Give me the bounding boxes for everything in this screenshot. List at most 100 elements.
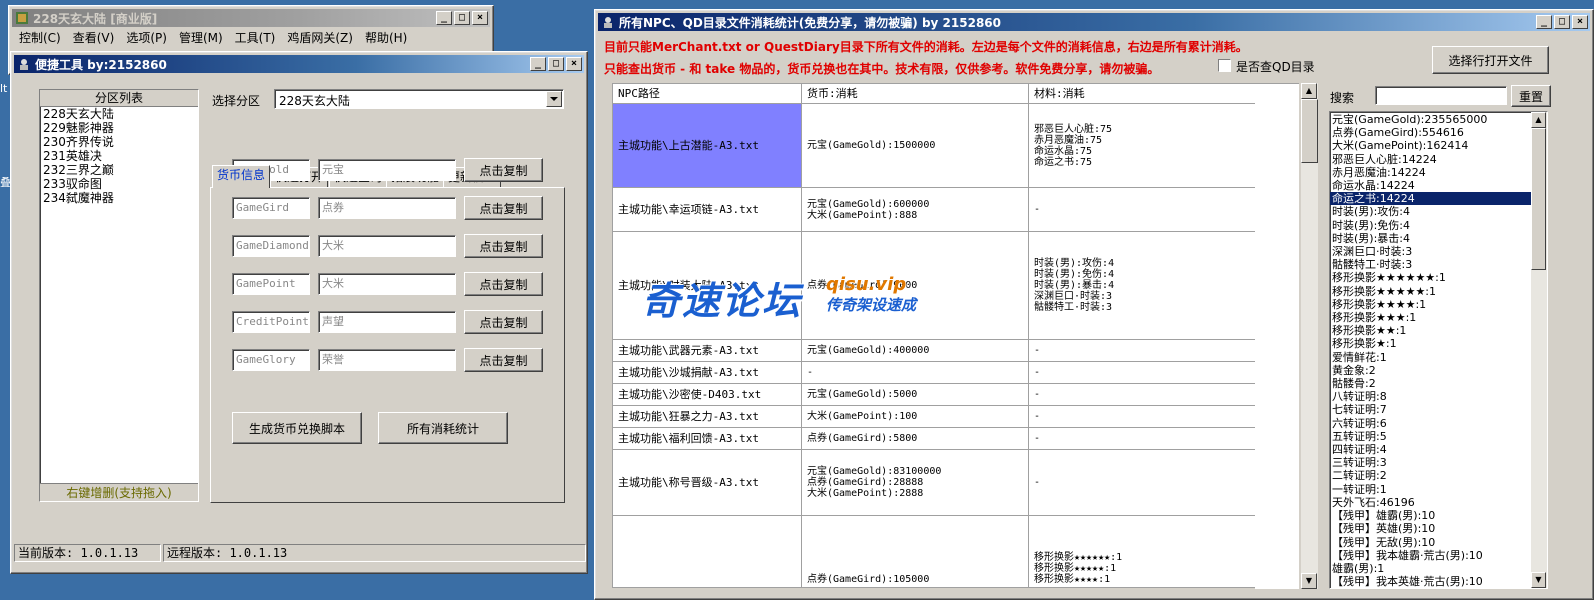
total-list-item[interactable]: 命运水晶:14224 xyxy=(1330,179,1547,192)
total-list-item[interactable]: 二转证明:2 xyxy=(1330,469,1547,482)
scroll-thumb[interactable] xyxy=(1301,99,1318,163)
partition-list-item[interactable]: 231英雄决 xyxy=(40,149,198,163)
menu-item[interactable]: 控制(C) xyxy=(13,29,67,47)
npc-path-cell[interactable] xyxy=(612,515,802,588)
table-row[interactable]: 点券(GameGird):105000 移形换影★★★★★★:1 移形换影★★★★★… xyxy=(612,515,1256,588)
total-list-item[interactable]: 大米(GamePoint):162414 xyxy=(1330,139,1547,152)
total-list-item[interactable]: 雄霸(男):1 xyxy=(1330,562,1547,575)
total-list-item[interactable]: 【残甲】无敌(男):10 xyxy=(1330,536,1547,549)
column-header[interactable]: NPC路径 xyxy=(612,83,802,104)
npc-path-cell[interactable]: 主城功能\上古潜能-A3.txt xyxy=(612,103,802,188)
partition-select[interactable]: 228天玄大陆 xyxy=(274,89,564,109)
scroll-up-icon[interactable]: ▲ xyxy=(1301,83,1317,99)
total-list-item[interactable]: 七转证明:7 xyxy=(1330,403,1547,416)
close-icon[interactable]: × xyxy=(566,57,582,71)
table-row[interactable]: 主城功能\时装大陆-A3.txt 点券(GameGird):9000 时装(男):攻… xyxy=(612,231,1256,340)
npc-path-cell[interactable]: 主城功能\武器元素-A3.txt xyxy=(612,339,802,362)
partition-list-item[interactable]: 230齐界传说 xyxy=(40,135,198,149)
minimize-icon[interactable]: _ xyxy=(530,57,546,71)
table-scrollbar[interactable]: ▲ ▼ xyxy=(1301,83,1318,589)
total-list-item[interactable]: 时装(男):免伤:4 xyxy=(1330,219,1547,232)
partition-list[interactable]: 228天玄大陆 229魅影神器 230齐界传说 231英雄决 232三界之巅 233驭命图… xyxy=(40,107,198,205)
total-list-item[interactable]: 天外飞石:46196 xyxy=(1330,496,1547,509)
copy-button[interactable]: 点击复制 xyxy=(464,158,543,182)
total-list-item[interactable]: 点券(GameGird):554616 xyxy=(1330,126,1547,139)
table-row[interactable]: 主城功能\称号晋级-A3.txt 元宝(GameGold):83100000 点券(… xyxy=(612,449,1256,516)
total-list-item[interactable]: 移形换影★:1 xyxy=(1330,337,1547,350)
total-list-item[interactable]: 【残甲】英雄(男):10 xyxy=(1330,522,1547,535)
open-selected-file-button[interactable]: 选择行打开文件 xyxy=(1432,46,1549,74)
scroll-up-icon[interactable]: ▲ xyxy=(1531,112,1546,128)
npc-path-cell[interactable]: 主城功能\称号晋级-A3.txt xyxy=(612,449,802,516)
menu-item[interactable]: 鸡盾网关(Z) xyxy=(281,29,359,47)
total-list-item[interactable]: 元宝(GameGold):235565000 xyxy=(1330,113,1547,126)
column-header[interactable]: 材料:消耗 xyxy=(1028,83,1256,104)
total-list-item[interactable]: 骷髅骨:2 xyxy=(1330,377,1547,390)
total-list-item[interactable]: 时装(男):攻伤:4 xyxy=(1330,205,1547,218)
npc-path-cell[interactable]: 主城功能\幸运项链-A3.txt xyxy=(612,187,802,232)
npc-path-cell[interactable]: 主城功能\沙城捐献-A3.txt xyxy=(612,361,802,384)
menu-item[interactable]: 工具(T) xyxy=(229,29,282,47)
npc-path-cell[interactable]: 主城功能\狂暴之力-A3.txt xyxy=(612,405,802,428)
total-list-item[interactable]: 六转证明:6 xyxy=(1330,417,1547,430)
scroll-down-icon[interactable]: ▼ xyxy=(1531,572,1546,588)
chevron-down-icon[interactable] xyxy=(546,91,562,107)
npc-path-cell[interactable]: 主城功能\福利回馈-A3.txt xyxy=(612,427,802,450)
bg-window-titlebar[interactable]: 228天玄大陆 [商业版] _ □ × xyxy=(12,9,490,27)
total-list-item[interactable]: 黄金象:2 xyxy=(1330,364,1547,377)
scroll-down-icon[interactable]: ▼ xyxy=(1301,573,1317,589)
maximize-icon[interactable]: □ xyxy=(548,57,564,71)
menu-item[interactable]: 管理(M) xyxy=(173,29,229,47)
total-list-item[interactable]: 邪恶巨人心脏:14224 xyxy=(1330,153,1547,166)
total-list-item[interactable]: 八转证明:8 xyxy=(1330,390,1547,403)
menu-item[interactable]: 查看(V) xyxy=(67,29,121,47)
partition-list-item[interactable]: 234弑魔神器 xyxy=(40,191,198,205)
close-icon[interactable]: × xyxy=(472,11,488,25)
total-list-item[interactable]: 【残甲】雄霸(男):10 xyxy=(1330,509,1547,522)
maximize-icon[interactable]: □ xyxy=(1554,15,1570,29)
totals-scrollbar[interactable]: ▲ ▼ xyxy=(1531,112,1547,588)
total-list-item[interactable]: 移形换影★★:1 xyxy=(1330,324,1547,337)
menu-item[interactable]: 帮助(H) xyxy=(359,29,413,47)
tool-window-titlebar[interactable]: 便捷工具 by:2152860 _ □ × xyxy=(14,55,584,73)
table-row[interactable]: 主城功能\武器元素-A3.txt 元宝(GameGold):400000 - xyxy=(612,339,1256,362)
total-list-item[interactable]: 骷髅特工·时装:3 xyxy=(1330,258,1547,271)
total-list-item[interactable]: 赤月恶魔油:14224 xyxy=(1330,166,1547,179)
total-list-item[interactable]: 移形换影★★★★★★:1 xyxy=(1330,271,1547,284)
table-row[interactable]: 主城功能\沙城捐献-A3.txt - - xyxy=(612,361,1256,384)
total-list-item[interactable]: 一转证明:1 xyxy=(1330,483,1547,496)
totals-list[interactable]: 元宝(GameGold):235565000 点券(GameGird):55461… xyxy=(1330,112,1547,588)
reset-button[interactable]: 重置 xyxy=(1511,85,1551,107)
scroll-thumb[interactable] xyxy=(1531,128,1546,270)
total-list-item[interactable]: 移形换影★★★★★:1 xyxy=(1330,285,1547,298)
partition-list-item[interactable]: 228天玄大陆 xyxy=(40,107,198,121)
table-row[interactable]: 主城功能\福利回馈-A3.txt 点券(GameGird):5800 - xyxy=(612,427,1256,450)
currency-name-field[interactable]: 元宝 xyxy=(318,159,456,181)
total-list-item[interactable]: 【残甲】我本英雄·荒古(男):10 xyxy=(1330,575,1547,588)
tab-1[interactable]: 货币信息 xyxy=(212,165,271,188)
partition-list-item[interactable]: 233驭命图 xyxy=(40,177,198,191)
npc-path-cell[interactable]: 主城功能\时装大陆-A3.txt xyxy=(612,231,802,340)
total-list-item[interactable]: 五转证明:5 xyxy=(1330,430,1547,443)
total-list-item[interactable]: 移形换影★★★:1 xyxy=(1330,311,1547,324)
total-list-item[interactable]: 三转证明:3 xyxy=(1330,456,1547,469)
table-row[interactable]: 主城功能\上古潜能-A3.txt 元宝(GameGold):1500000 邪恶巨人… xyxy=(612,103,1256,188)
total-list-item[interactable]: 移形换影★★★★:1 xyxy=(1330,298,1547,311)
column-header[interactable]: 货币:消耗 xyxy=(801,83,1029,104)
total-list-item[interactable]: 四转证明:4 xyxy=(1330,443,1547,456)
total-list-item[interactable]: 命运之书:14224 xyxy=(1330,192,1547,206)
total-list-item[interactable]: 深渊巨口·时装:3 xyxy=(1330,245,1547,258)
minimize-icon[interactable]: _ xyxy=(1536,15,1552,29)
partition-list-item[interactable]: 229魅影神器 xyxy=(40,121,198,135)
total-list-item[interactable]: 【残甲】我本雄霸·荒古(男):10 xyxy=(1330,549,1547,562)
maximize-icon[interactable]: □ xyxy=(454,11,470,25)
partition-list-item[interactable]: 232三界之巅 xyxy=(40,163,198,177)
table-row[interactable]: 主城功能\沙密使-D403.txt 元宝(GameGold):5000 - xyxy=(612,383,1256,406)
close-icon[interactable]: × xyxy=(1572,15,1588,29)
menu-item[interactable]: 选项(P) xyxy=(120,29,173,47)
qd-directory-checkbox[interactable] xyxy=(1218,59,1231,72)
total-list-item[interactable]: 爱情鲜花:1 xyxy=(1330,351,1547,364)
search-input[interactable] xyxy=(1375,86,1507,105)
stats-window-titlebar[interactable]: 所有NPC、QD目录文件消耗统计(免费分享，请勿被骗) by 2152860 _… xyxy=(598,13,1590,31)
npc-path-cell[interactable]: 主城功能\沙密使-D403.txt xyxy=(612,383,802,406)
